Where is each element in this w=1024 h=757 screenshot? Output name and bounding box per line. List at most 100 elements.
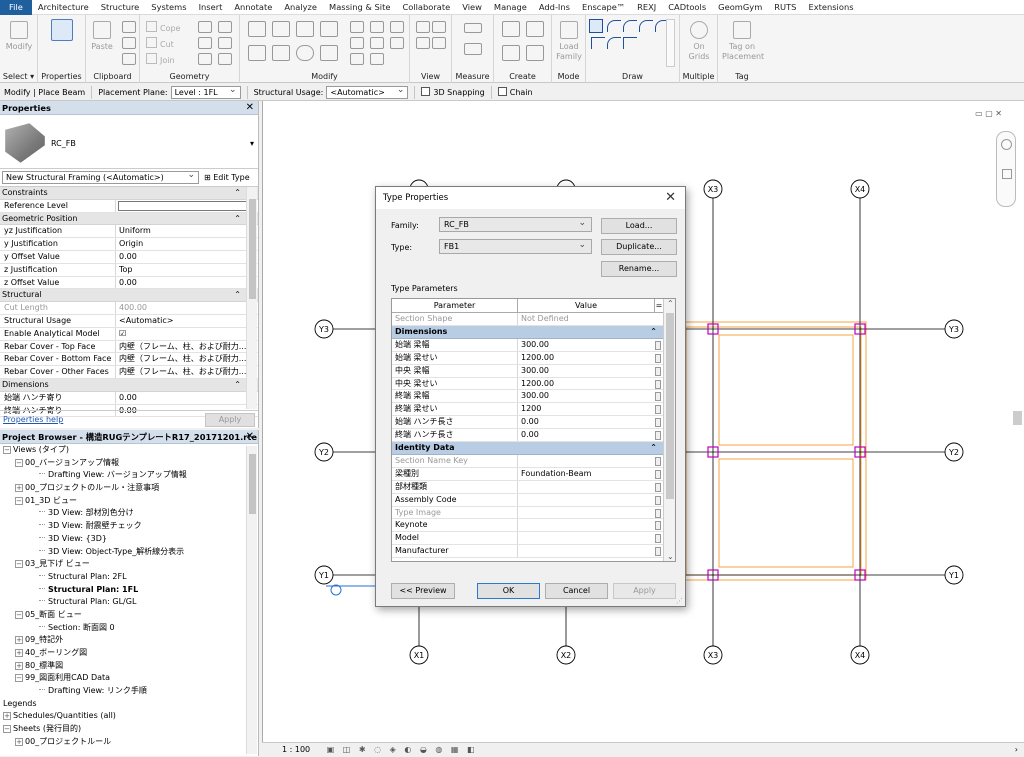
table-row[interactable]: 梁種別 Foundation-Beam [392, 467, 675, 481]
scale-icon[interactable] [390, 21, 404, 33]
draw-gallery-scroll[interactable] [666, 19, 675, 67]
create-assembly-icon[interactable] [502, 21, 520, 37]
mirror-icon[interactable] [296, 21, 314, 37]
ok-button[interactable]: OK [477, 583, 540, 599]
formula-button[interactable] [655, 495, 661, 505]
collapse-icon[interactable]: ⌃ [650, 442, 657, 454]
geometry-tool-icon[interactable] [218, 53, 232, 65]
menu-tab-add-ins[interactable]: Add-Ins [533, 0, 576, 15]
structural-usage-select[interactable]: <Automatic> [326, 85, 409, 99]
split-icon[interactable] [350, 21, 364, 33]
on-grids-button[interactable]: On Grids [684, 21, 714, 62]
geometry-tool-icon[interactable] [218, 37, 232, 49]
table-row[interactable]: 中央 梁せい 1200.00 [392, 377, 675, 391]
duplicate-button[interactable]: Duplicate... [601, 239, 677, 255]
measure-icon[interactable] [464, 23, 482, 33]
property-row[interactable]: z Justification Top [0, 263, 258, 277]
browser-item[interactable]: Structural Plan: 2FL [0, 571, 258, 584]
browser-item[interactable]: Drafting View: リンク手順 [0, 685, 258, 698]
parameter-value[interactable]: 0.00 [518, 429, 655, 441]
menu-tab-view[interactable]: View [456, 0, 488, 15]
preview-button[interactable]: << Preview [391, 583, 455, 599]
property-section[interactable]: Dimensions ⌃ [0, 378, 258, 392]
menu-tab-architecture[interactable]: Architecture [32, 0, 95, 15]
parameter-value[interactable]: 0.00 [518, 416, 655, 428]
menu-tab-massing-site[interactable]: Massing & Site [323, 0, 396, 15]
table-row[interactable]: Section Name Key [392, 455, 675, 468]
menu-tab-extensions[interactable]: Extensions [802, 0, 859, 15]
formula-button[interactable] [655, 482, 661, 492]
load-button[interactable]: Load... [601, 218, 677, 234]
parameter-value[interactable]: 1200.00 [518, 378, 655, 390]
collapse-icon[interactable]: − [3, 446, 11, 454]
unpin-icon[interactable] [370, 37, 384, 49]
scroll-thumb[interactable] [249, 454, 256, 514]
properties-scrollbar[interactable] [246, 187, 257, 409]
parameter-value[interactable] [518, 455, 655, 467]
browser-item[interactable]: +09_特記外 [0, 634, 258, 647]
menu-tab-structure[interactable]: Structure [95, 0, 146, 15]
select-dropdown[interactable]: Select ▾ [0, 72, 37, 81]
browser-item[interactable]: 3D View: 耐震壁チェック [0, 520, 258, 533]
chain-toggle[interactable]: Chain [497, 87, 533, 97]
create-parts-icon[interactable] [526, 21, 544, 37]
scroll-thumb[interactable] [249, 199, 256, 299]
tag-on-placement-button[interactable]: Tag on Placement [722, 21, 764, 62]
browser-item[interactable]: − Views (タイプ) [0, 444, 258, 457]
browser-item[interactable]: + Schedules/Quantities (all) [0, 710, 258, 723]
browser-item[interactable]: −01_3D ビュー [0, 495, 258, 508]
property-row[interactable]: 始端 ハンチ寄り 0.00 [0, 391, 258, 405]
cancel-button[interactable]: Cancel [545, 583, 608, 599]
create-similar-icon[interactable] [526, 45, 544, 61]
formula-button[interactable] [655, 547, 661, 557]
collapse-icon[interactable]: − [15, 610, 23, 619]
mirror-axis-icon[interactable] [320, 21, 338, 37]
parameter-value[interactable]: 300.00 [518, 390, 655, 402]
expand-icon[interactable]: + [15, 661, 23, 670]
table-row[interactable]: Keynote [392, 519, 675, 533]
property-row[interactable]: Rebar Cover - Top Face 内壁（フレーム、柱、および耐力... [0, 340, 258, 354]
parameter-value[interactable]: 300.00 [518, 365, 655, 377]
formula-button[interactable] [655, 418, 661, 428]
property-row[interactable]: Cut Length 400.00 [0, 302, 258, 315]
menu-tab-cadtools[interactable]: CADtools [662, 0, 712, 15]
table-row[interactable]: Assembly Code [392, 493, 675, 507]
formula-button[interactable] [655, 457, 661, 467]
trim-extend-icon[interactable] [370, 53, 384, 65]
menu-tab-analyze[interactable]: Analyze [278, 0, 323, 15]
property-value[interactable]: 0.00 [116, 251, 258, 263]
expand-icon[interactable]: + [15, 636, 23, 645]
browser-item[interactable]: Legends [0, 698, 258, 711]
expand-icon[interactable]: + [3, 712, 11, 721]
table-scrollbar[interactable]: ⌃ ⌄ [663, 299, 675, 561]
menu-tab-enscape[interactable]: Enscape™ [576, 0, 631, 15]
modify-tool-button[interactable]: Modify [4, 21, 34, 52]
menu-tab-manage[interactable]: Manage [488, 0, 533, 15]
override-graphics-icon[interactable] [416, 37, 430, 49]
formula-button[interactable] [655, 392, 661, 402]
collapse-icon[interactable]: ⌃ [234, 289, 241, 301]
geometry-tool-icon[interactable] [218, 21, 232, 33]
parameter-value[interactable] [518, 494, 655, 506]
browser-item[interactable]: +40_ボーリング図 [0, 647, 258, 660]
table-row[interactable]: 終端 梁せい 1200 [392, 403, 675, 417]
table-row[interactable]: 終端 梁幅 300.00 [392, 390, 675, 404]
join-button[interactable]: Join [146, 53, 175, 65]
scroll-up-arrow[interactable]: ⌃ [667, 299, 674, 308]
view-scale[interactable]: 1 : 100 [282, 745, 310, 754]
type-select[interactable]: FB1 [439, 239, 592, 254]
property-value[interactable]: 0.00 [116, 277, 258, 289]
scroll-thumb[interactable] [666, 313, 674, 499]
expand-icon[interactable]: + [15, 484, 23, 493]
column-header-value[interactable]: Value [518, 299, 655, 312]
view-tool-icon[interactable] [416, 21, 430, 33]
menu-tab-insert[interactable]: Insert [193, 0, 229, 15]
delete-icon[interactable] [390, 37, 404, 49]
property-value[interactable]: 内壁（フレーム、柱、および耐力... [116, 353, 258, 365]
collapse-icon[interactable]: − [15, 560, 23, 569]
property-value[interactable]: 400.00 [116, 302, 258, 314]
property-value[interactable]: Origin [116, 238, 258, 250]
browser-item[interactable]: Section: 断面図 0 [0, 622, 258, 635]
menu-tab-ruts[interactable]: RUTS [768, 0, 802, 15]
expand-icon[interactable]: + [15, 649, 23, 657]
